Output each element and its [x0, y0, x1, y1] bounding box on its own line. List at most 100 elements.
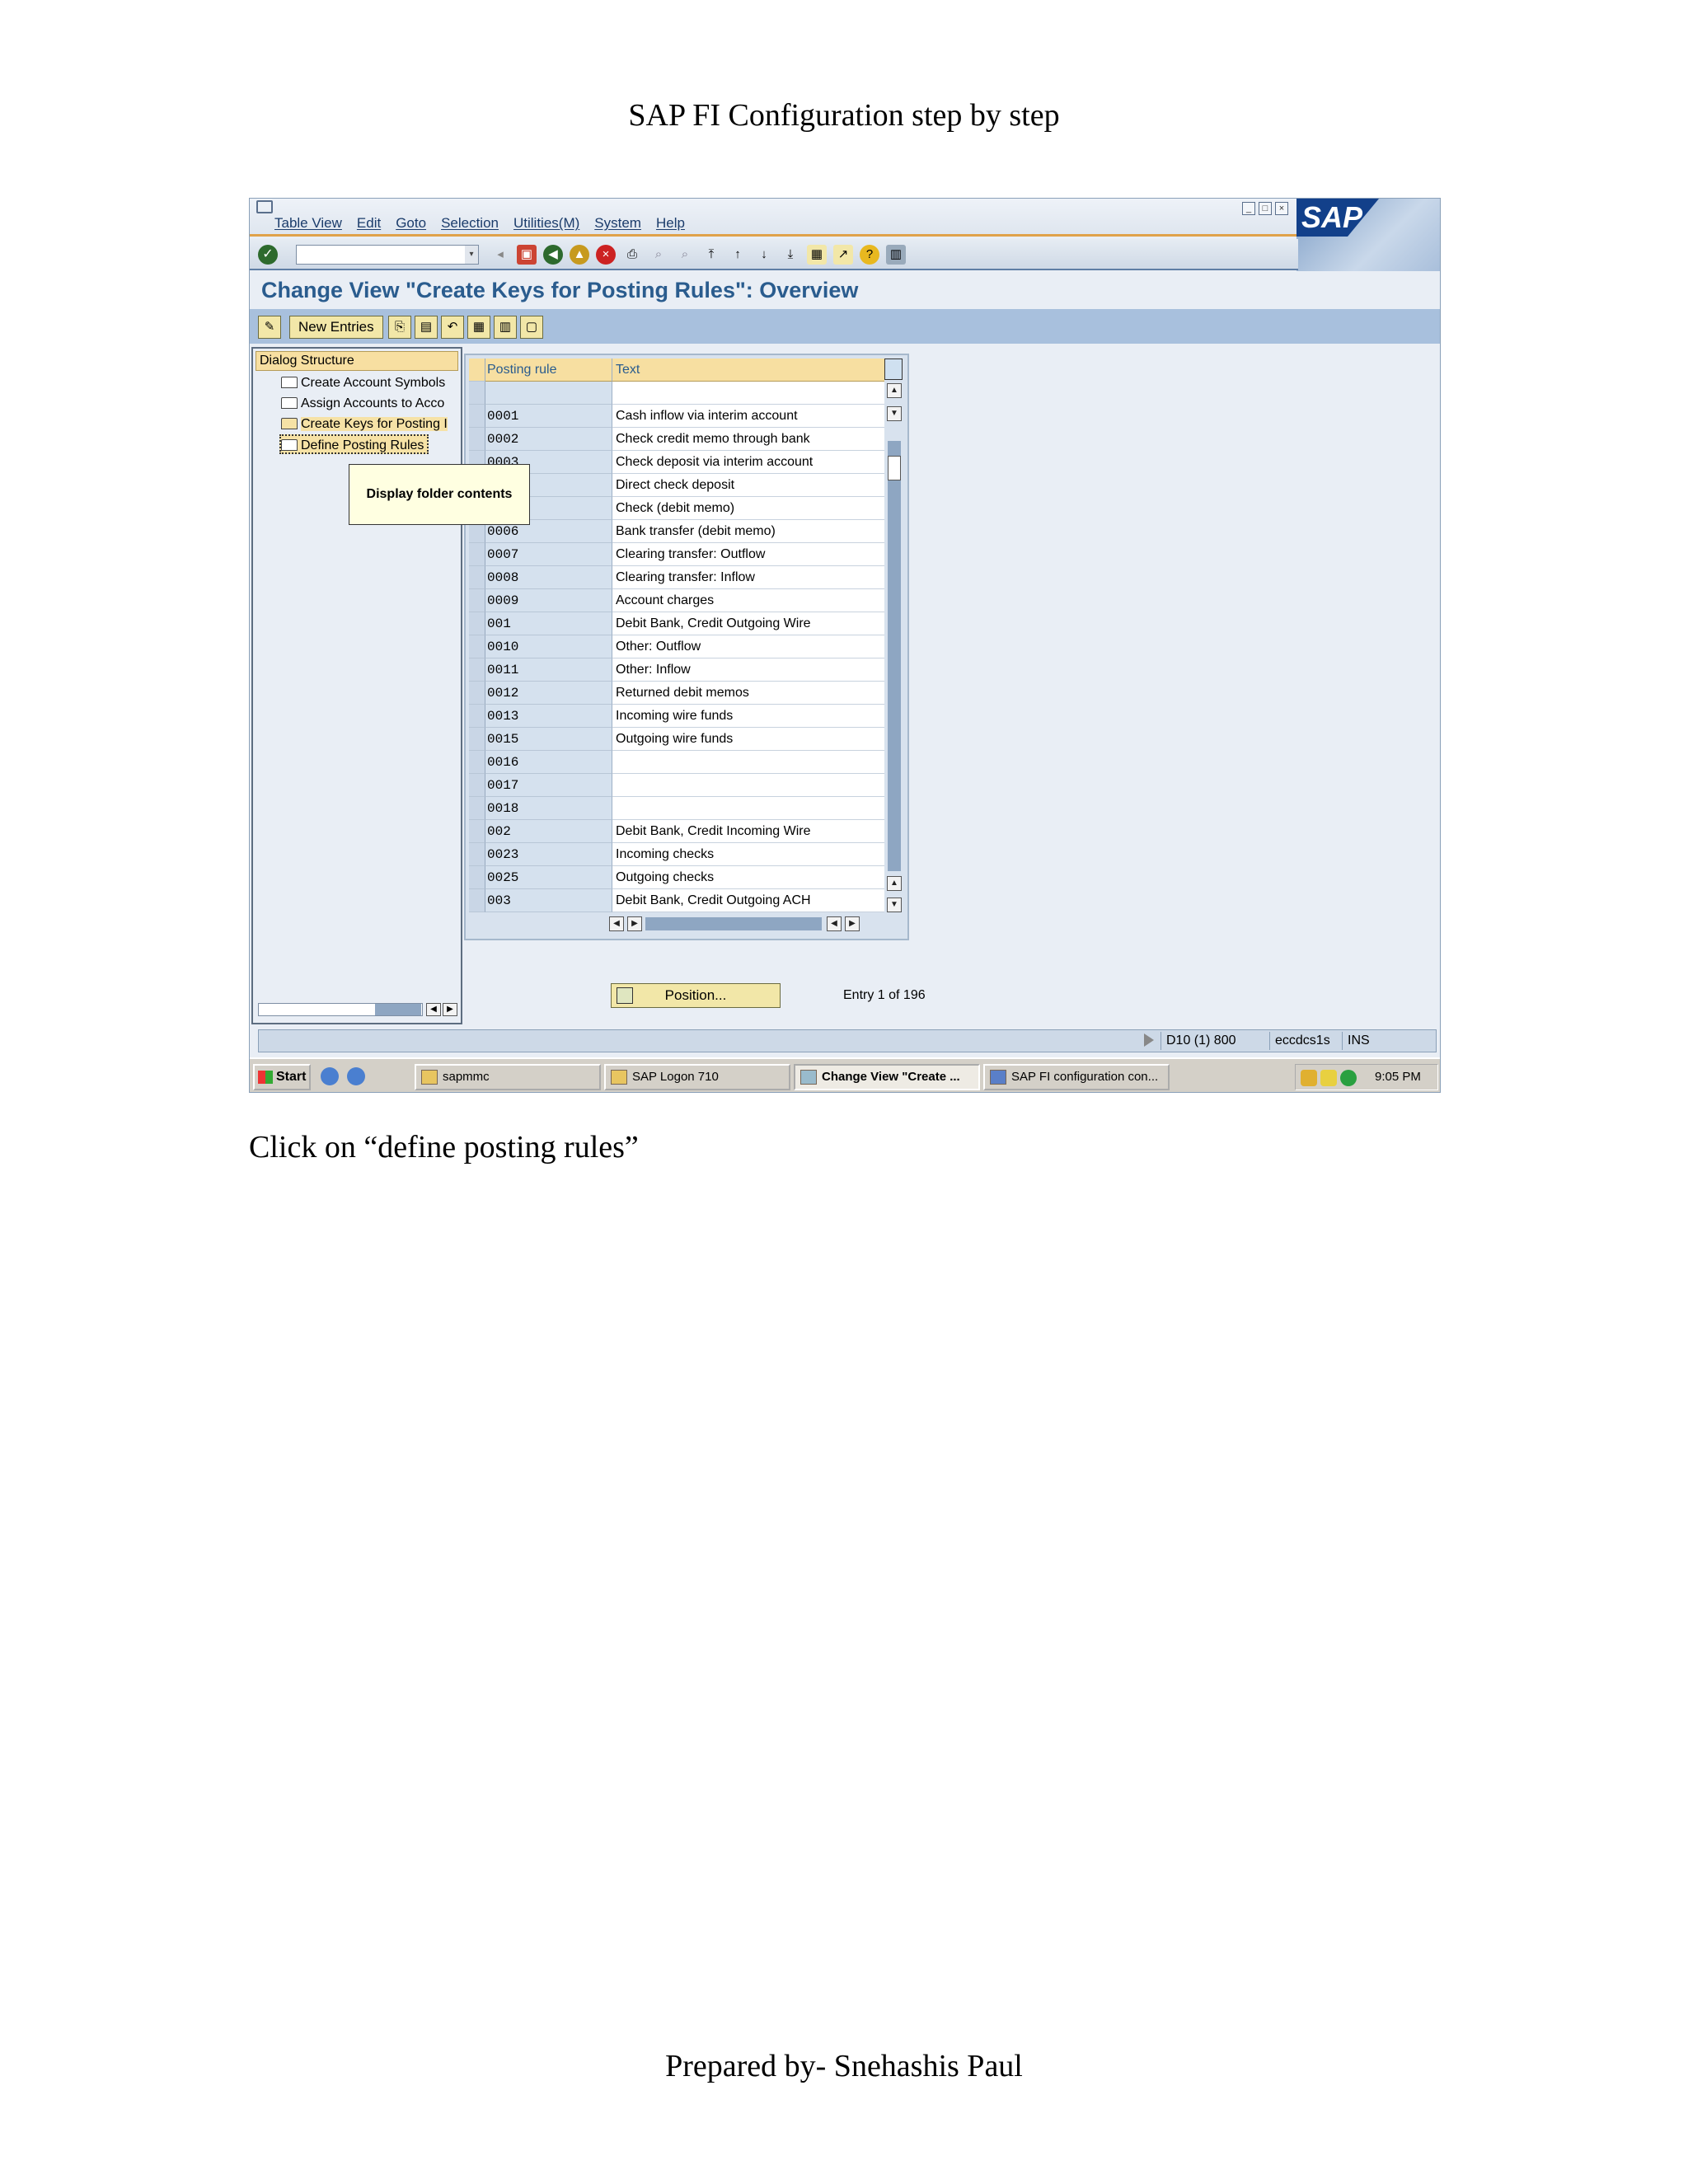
- row-selector[interactable]: [469, 566, 485, 589]
- text-cell[interactable]: Check (debit memo): [612, 497, 884, 520]
- table-row[interactable]: 0010 Other: Outflow: [469, 635, 884, 658]
- row-selector[interactable]: [469, 820, 485, 843]
- display-change-icon[interactable]: ✎: [258, 316, 281, 339]
- scroll-right-icon[interactable]: ▶: [443, 1003, 457, 1016]
- scroll-left-icon[interactable]: ◀: [426, 1003, 441, 1016]
- text-cell[interactable]: [612, 382, 884, 405]
- task-sap-logon[interactable]: SAP Logon 710: [604, 1064, 790, 1090]
- text-cell[interactable]: Bank transfer (debit memo): [612, 520, 884, 543]
- row-selector[interactable]: [469, 658, 485, 682]
- show-desktop-icon[interactable]: [321, 1067, 339, 1085]
- row-selector[interactable]: [469, 751, 485, 774]
- print-icon[interactable]: ⎙: [622, 245, 642, 265]
- task-word-document[interactable]: SAP FI configuration con...: [983, 1064, 1170, 1090]
- table-row[interactable]: 0003 Check deposit via interim account: [469, 451, 884, 474]
- position-button[interactable]: Position...: [611, 983, 781, 1008]
- text-cell[interactable]: Account charges: [612, 589, 884, 612]
- help-icon[interactable]: ?: [860, 245, 879, 265]
- text-cell[interactable]: Incoming wire funds: [612, 705, 884, 728]
- posting-rule-cell[interactable]: 0025: [485, 866, 612, 889]
- find-icon[interactable]: ⌕: [649, 245, 668, 265]
- posting-rule-cell[interactable]: 0018: [485, 797, 612, 820]
- vscroll-thumb[interactable]: [888, 456, 901, 480]
- copy-as-icon[interactable]: ⎘: [388, 316, 411, 339]
- table-row[interactable]: Direct check deposit: [469, 474, 884, 497]
- posting-rule-cell[interactable]: 0013: [485, 705, 612, 728]
- deselect-all-icon[interactable]: ▢: [520, 316, 543, 339]
- menu-goto[interactable]: Goto: [396, 215, 426, 232]
- text-cell[interactable]: Debit Bank, Credit Outgoing Wire: [612, 612, 884, 635]
- menu-system[interactable]: System: [594, 215, 641, 232]
- row-selector[interactable]: [469, 589, 485, 612]
- table-row[interactable]: 0013 Incoming wire funds: [469, 705, 884, 728]
- scroll-page-down-icon[interactable]: ▼: [887, 898, 902, 912]
- posting-rule-cell[interactable]: 0023: [485, 843, 612, 866]
- text-cell[interactable]: Direct check deposit: [612, 474, 884, 497]
- layout-menu-icon[interactable]: ▥: [886, 245, 906, 265]
- menu-help[interactable]: Help: [656, 215, 685, 232]
- posting-rule-cell[interactable]: 002: [485, 820, 612, 843]
- tray-warning-icon[interactable]: [1320, 1070, 1337, 1086]
- table-row[interactable]: 0023 Incoming checks: [469, 843, 884, 866]
- next-page-icon[interactable]: ↓: [754, 245, 774, 265]
- menu-table-view[interactable]: Table View: [274, 215, 342, 232]
- menu-edit[interactable]: Edit: [357, 215, 381, 232]
- row-selector[interactable]: [469, 682, 485, 705]
- table-row[interactable]: 0015 Outgoing wire funds: [469, 728, 884, 751]
- posting-rule-cell[interactable]: 001: [485, 612, 612, 635]
- select-all-cell[interactable]: [469, 359, 485, 382]
- table-vscroll[interactable]: ▲ ▼ ▲ ▼: [886, 382, 903, 912]
- row-selector[interactable]: [469, 843, 485, 866]
- text-cell[interactable]: Check credit memo through bank: [612, 428, 884, 451]
- shortcut-icon[interactable]: ↗: [833, 245, 853, 265]
- text-cell[interactable]: [612, 797, 884, 820]
- find-next-icon[interactable]: ⌕: [675, 245, 695, 265]
- back-icon[interactable]: ◀: [543, 245, 563, 265]
- table-row[interactable]: 0025 Outgoing checks: [469, 866, 884, 889]
- text-cell[interactable]: Cash inflow via interim account: [612, 405, 884, 428]
- command-history-icon[interactable]: ▾: [465, 246, 478, 264]
- table-settings-icon[interactable]: [884, 359, 903, 380]
- table-row[interactable]: Check (debit memo): [469, 497, 884, 520]
- table-row[interactable]: 0018: [469, 797, 884, 820]
- minimize-icon[interactable]: _: [1242, 202, 1255, 215]
- vscroll-track[interactable]: [888, 441, 901, 871]
- column-header-text[interactable]: Text: [612, 359, 884, 382]
- ds-item-create-keys-posting-rules[interactable]: Create Keys for Posting I: [281, 415, 459, 434]
- hscroll-thumb[interactable]: [375, 1004, 421, 1015]
- table-row[interactable]: 0008 Clearing transfer: Inflow: [469, 566, 884, 589]
- posting-rule-cell[interactable]: 0008: [485, 566, 612, 589]
- text-cell[interactable]: Returned debit memos: [612, 682, 884, 705]
- text-cell[interactable]: Debit Bank, Credit Incoming Wire: [612, 820, 884, 843]
- menu-utilities[interactable]: Utilities(M): [513, 215, 579, 232]
- text-cell[interactable]: Clearing transfer: Inflow: [612, 566, 884, 589]
- cancel-icon[interactable]: ×: [596, 245, 616, 265]
- ds-item-create-account-symbols[interactable]: Create Account Symbols: [281, 373, 459, 393]
- enter-icon[interactable]: ✓: [258, 245, 278, 265]
- text-cell[interactable]: Check deposit via interim account: [612, 451, 884, 474]
- posting-rule-cell[interactable]: 0002: [485, 428, 612, 451]
- row-selector[interactable]: [469, 635, 485, 658]
- table-row[interactable]: 0012 Returned debit memos: [469, 682, 884, 705]
- status-expand-icon[interactable]: [1144, 1033, 1154, 1047]
- select-all-icon[interactable]: ▦: [467, 316, 490, 339]
- row-selector[interactable]: [469, 543, 485, 566]
- row-selector[interactable]: [469, 866, 485, 889]
- new-session-icon[interactable]: ▦: [807, 245, 827, 265]
- table-row[interactable]: 0002 Check credit memo through bank: [469, 428, 884, 451]
- tray-sap-icon[interactable]: [1301, 1070, 1317, 1086]
- text-cell[interactable]: [612, 774, 884, 797]
- scroll-up-icon[interactable]: ▲: [887, 383, 902, 398]
- row-selector[interactable]: [469, 405, 485, 428]
- table-row[interactable]: 0017: [469, 774, 884, 797]
- row-selector[interactable]: [469, 728, 485, 751]
- table-row[interactable]: 0009 Account charges: [469, 589, 884, 612]
- ds-item-define-posting-rules[interactable]: Define Posting Rules: [279, 434, 429, 454]
- start-button[interactable]: Start: [253, 1064, 311, 1090]
- table-hscroll[interactable]: ◀ ▶ ◀ ▶: [609, 916, 881, 932]
- column-header-posting-rule[interactable]: Posting rule: [485, 359, 612, 382]
- row-selector[interactable]: [469, 774, 485, 797]
- table-row[interactable]: 002 Debit Bank, Credit Incoming Wire: [469, 820, 884, 843]
- text-cell[interactable]: Incoming checks: [612, 843, 884, 866]
- row-selector[interactable]: [469, 889, 485, 912]
